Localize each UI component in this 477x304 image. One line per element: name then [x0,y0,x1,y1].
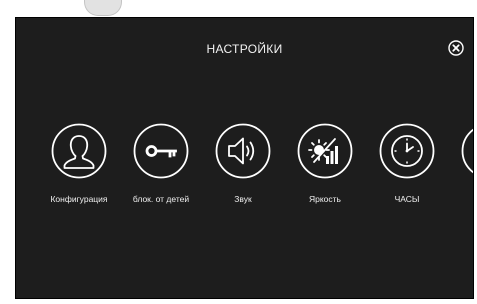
device-bottom-strip [0,299,477,304]
device-top-strip [0,0,477,17]
user-icon [51,123,107,179]
clock-icon [379,123,435,179]
menu-item-label: ЧАСЫ [394,194,420,204]
menu-item-clock[interactable]: ЧАСЫ [367,123,447,213]
close-button[interactable] [448,40,464,56]
page-title: НАСТРОЙКИ [206,42,283,56]
settings-screen: НАСТРОЙКИ Конфигурация блок. от детей Зв… [15,17,474,299]
menu-item-child-lock[interactable]: блок. от детей [121,123,201,213]
menu-item-brightness[interactable]: Яркость [285,123,365,213]
partial-next-icon [461,128,473,174]
key-icon [133,123,189,179]
speaker-icon [215,123,271,179]
close-icon [448,40,464,56]
menu-item-configuration[interactable]: Конфигурация [39,123,119,213]
menu-item-sound[interactable]: Звук [203,123,283,213]
home-tab-notch [84,0,122,16]
menu-item-next-partial[interactable] [449,123,473,213]
brightness-icon [297,123,353,179]
